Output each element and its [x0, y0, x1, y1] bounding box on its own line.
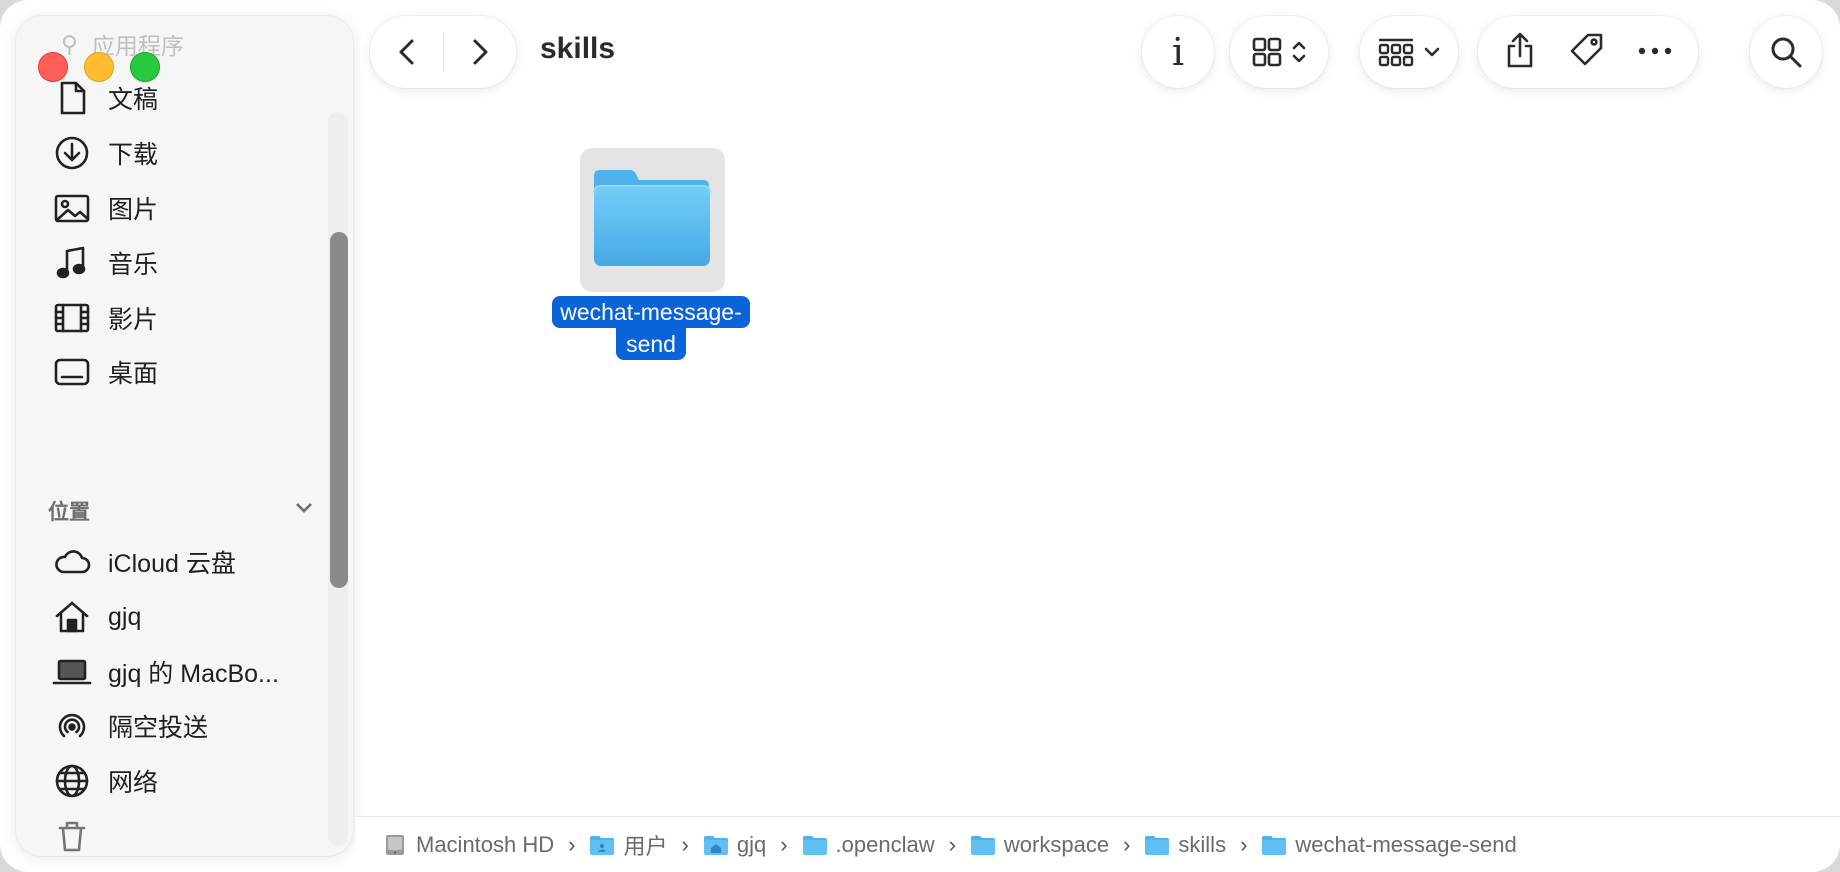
- folder-selection-background: [580, 148, 725, 292]
- sidebar-item-pictures[interactable]: 图片: [16, 180, 316, 236]
- more-button[interactable]: [1637, 43, 1673, 61]
- sidebar-item-label: 影片: [108, 306, 159, 334]
- desktop-icon: [52, 352, 92, 392]
- airdrop-icon: [52, 706, 92, 746]
- view-mode-button[interactable]: [1230, 16, 1328, 88]
- path-crumb-macintosh-hd[interactable]: Macintosh HD: [382, 832, 554, 858]
- sidebar-item-home[interactable]: gjq: [16, 589, 316, 645]
- folder-icon: [970, 835, 995, 855]
- music-icon: [52, 243, 92, 283]
- path-separator-icon: ›: [568, 831, 576, 857]
- locations-section-header[interactable]: 位置: [48, 494, 318, 528]
- sidebar-item-label: 下载: [108, 141, 159, 169]
- folder-name-line1: wechat-message-: [552, 296, 750, 328]
- sidebar-item-label: 隔空投送: [108, 714, 209, 742]
- folder-icon: [593, 170, 711, 266]
- path-crumb-wechat-message-send[interactable]: wechat-message-send: [1261, 831, 1517, 858]
- sidebar-item-label: 文稿: [108, 86, 159, 114]
- ellipsis-icon: [1638, 47, 1671, 55]
- sidebar-scrollbar-thumb[interactable]: [330, 232, 348, 588]
- path-crumb-label: 用户: [623, 833, 668, 859]
- globe-icon: [52, 761, 92, 801]
- path-crumb-label: gjq: [736, 831, 767, 857]
- folder-name-label[interactable]: wechat-message- send: [540, 296, 762, 360]
- info-button[interactable]: i: [1142, 16, 1214, 88]
- forward-button[interactable]: [444, 16, 514, 88]
- sidebar-item-label: gjq 的 MacBo...: [108, 660, 279, 688]
- sidebar-item-network[interactable]: 网络: [16, 753, 316, 809]
- path-crumb-skills[interactable]: skills: [1144, 832, 1226, 858]
- applications-icon: ⚲: [61, 30, 78, 57]
- laptop-icon: [52, 652, 92, 692]
- sidebar: ⚲ 应用程序 文稿 下载 图片 音乐 影片 桌面 位置 iCloud 云盘 gj…: [16, 16, 353, 856]
- search-button[interactable]: [1750, 16, 1822, 88]
- path-separator-icon: ›: [780, 831, 788, 857]
- folder-name-line2: send: [616, 328, 686, 360]
- sidebar-item-label: 音乐: [108, 251, 159, 279]
- chevron-right-icon: [473, 39, 487, 65]
- path-crumb-label: wechat-message-send: [1295, 831, 1517, 857]
- sidebar-item-macbook[interactable]: gjq 的 MacBo...: [16, 644, 316, 700]
- path-crumb-label: .openclaw: [835, 831, 935, 857]
- path-bar: Macintosh HD › 用户 › gjq › .openclaw › wo…: [356, 816, 1840, 872]
- path-crumb-openclaw[interactable]: .openclaw: [802, 832, 935, 858]
- sidebar-item-label: gjq: [108, 602, 142, 631]
- cloud-icon: [52, 542, 92, 582]
- folder-icon: [1145, 835, 1170, 855]
- grid-view-icon: [1252, 37, 1282, 67]
- film-icon: [52, 298, 92, 338]
- tag-button[interactable]: [1568, 31, 1606, 74]
- group-icon: [1378, 38, 1414, 67]
- sidebar-item-movies[interactable]: 影片: [16, 290, 316, 346]
- path-crumb-workspace[interactable]: workspace: [970, 832, 1109, 858]
- sidebar-item-icloud[interactable]: iCloud 云盘: [16, 534, 316, 590]
- window-title: skills: [540, 32, 616, 65]
- home-icon: [52, 597, 92, 637]
- sidebar-item-label: 网络: [108, 769, 159, 797]
- sidebar-item-desktop[interactable]: 桌面: [16, 344, 316, 400]
- folder-icon: [1262, 835, 1287, 855]
- path-separator-icon: ›: [681, 831, 689, 857]
- group-button[interactable]: [1360, 16, 1458, 88]
- path-separator-icon: ›: [948, 831, 956, 857]
- share-icon: [1508, 32, 1533, 67]
- share-button[interactable]: [1503, 31, 1537, 74]
- sidebar-item-trash[interactable]: [16, 808, 316, 856]
- section-title: 位置: [48, 501, 90, 524]
- path-crumb-label: skills: [1178, 831, 1227, 857]
- path-crumb-label: Macintosh HD: [416, 831, 555, 857]
- chevron-down-icon: [1424, 47, 1440, 57]
- info-icon: i: [1171, 30, 1185, 74]
- chevron-left-icon: [399, 39, 413, 65]
- chevron-down-icon[interactable]: [290, 494, 318, 528]
- sidebar-item-documents[interactable]: 文稿: [16, 70, 316, 126]
- path-separator-icon: ›: [1123, 831, 1131, 857]
- document-icon: [52, 78, 92, 118]
- path-separator-icon: ›: [1240, 831, 1248, 857]
- path-crumb-label: workspace: [1003, 831, 1110, 857]
- download-icon: [52, 133, 92, 173]
- sidebar-item-label: 桌面: [108, 360, 159, 388]
- path-crumb-users[interactable]: 用户: [589, 829, 668, 861]
- sidebar-item-music[interactable]: 音乐: [16, 235, 316, 291]
- finder-window: ⚲ 应用程序 文稿 下载 图片 音乐 影片 桌面 位置 iCloud 云盘 gj…: [0, 0, 1840, 872]
- users-folder-icon: [590, 835, 615, 855]
- sidebar-item-label: 图片: [108, 196, 159, 224]
- search-icon: [1771, 37, 1802, 68]
- tag-icon: [1570, 33, 1603, 65]
- navigation-buttons: [370, 16, 516, 88]
- sidebar-item-airdrop[interactable]: 隔空投送: [16, 698, 316, 754]
- actions-group: [1478, 16, 1698, 88]
- path-crumb-gjq[interactable]: gjq: [703, 832, 766, 858]
- sidebar-item-downloads[interactable]: 下载: [16, 125, 316, 181]
- disk-icon: [386, 834, 404, 855]
- chevron-updown-icon: [1292, 41, 1306, 63]
- folder-icon: [802, 835, 827, 855]
- photo-icon: [52, 188, 92, 228]
- home-folder-icon: [703, 835, 728, 855]
- back-button[interactable]: [373, 16, 443, 88]
- trash-icon: [52, 816, 92, 856]
- sidebar-item-label: iCloud 云盘: [108, 550, 236, 578]
